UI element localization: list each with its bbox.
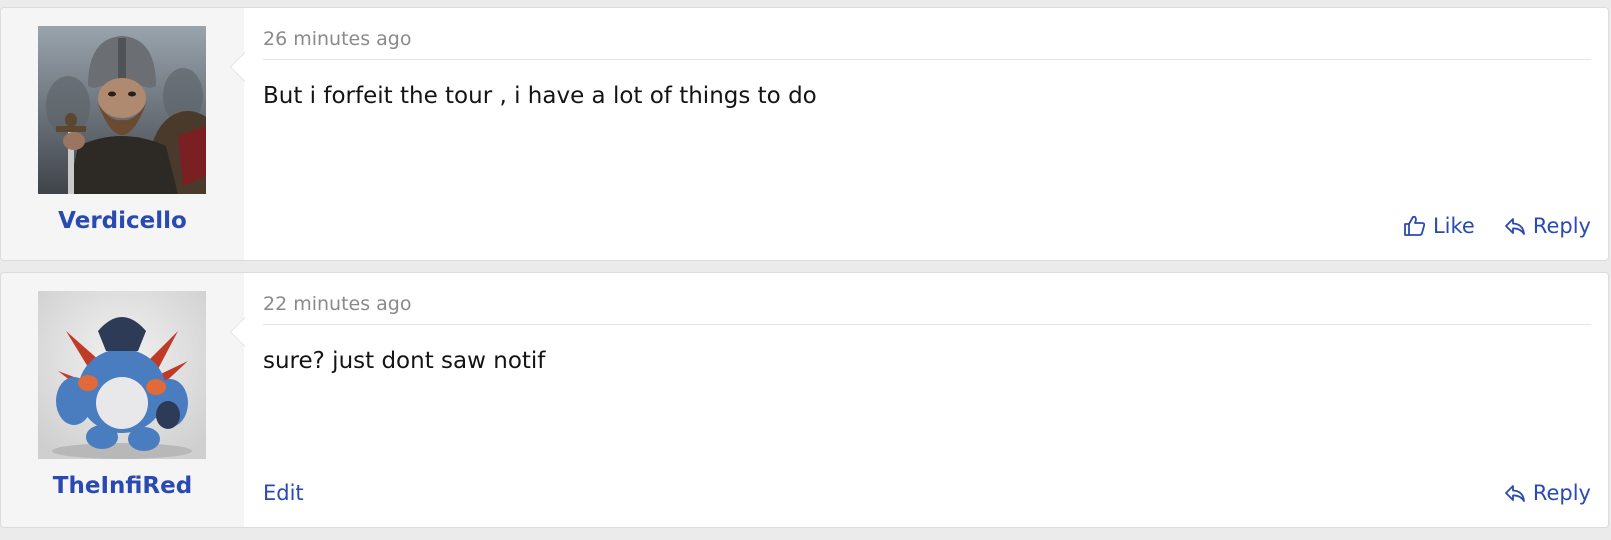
username[interactable]: TheInfiRed [1, 473, 244, 499]
header-divider [263, 324, 1591, 325]
reply-button[interactable]: Reply [1503, 481, 1591, 505]
post-actions: Reply [1503, 481, 1591, 505]
post-message: sure? just dont saw notif [263, 348, 546, 374]
bubble-arrow-fill [231, 318, 245, 346]
post-user-panel: TheInfiRed [1, 273, 245, 527]
post-timestamp[interactable]: 26 minutes ago [263, 28, 412, 50]
edit-button[interactable]: Edit [263, 481, 304, 505]
blue-creature-avatar-image [38, 291, 206, 459]
reply-label: Reply [1532, 481, 1591, 505]
reply-arrow-icon [1504, 218, 1525, 235]
post-timestamp[interactable]: 22 minutes ago [263, 293, 412, 315]
bubble-arrow-fill [231, 53, 245, 81]
post-message: But i forfeit the tour , i have a lot of… [263, 83, 817, 109]
post-actions: Like Reply [1403, 214, 1591, 238]
reply-arrow-icon [1504, 485, 1525, 502]
reply-label: Reply [1532, 214, 1591, 238]
post-content: 26 minutes ago But i forfeit the tour , … [244, 8, 1608, 260]
like-label: Like [1432, 214, 1475, 238]
message-post: Verdicello 26 minutes ago But i forfeit … [0, 7, 1609, 261]
username[interactable]: Verdicello [1, 208, 244, 234]
viking-warrior-avatar-image [38, 26, 206, 194]
like-button[interactable]: Like [1403, 214, 1475, 238]
header-divider [263, 59, 1591, 60]
message-post: TheInfiRed 22 minutes ago sure? just don… [0, 272, 1609, 528]
thumbs-up-icon [1404, 215, 1426, 236]
avatar[interactable] [38, 291, 206, 459]
post-user-panel: Verdicello [1, 8, 245, 260]
post-content: 22 minutes ago sure? just dont saw notif… [244, 273, 1608, 527]
avatar[interactable] [38, 26, 206, 194]
reply-button[interactable]: Reply [1503, 214, 1591, 238]
